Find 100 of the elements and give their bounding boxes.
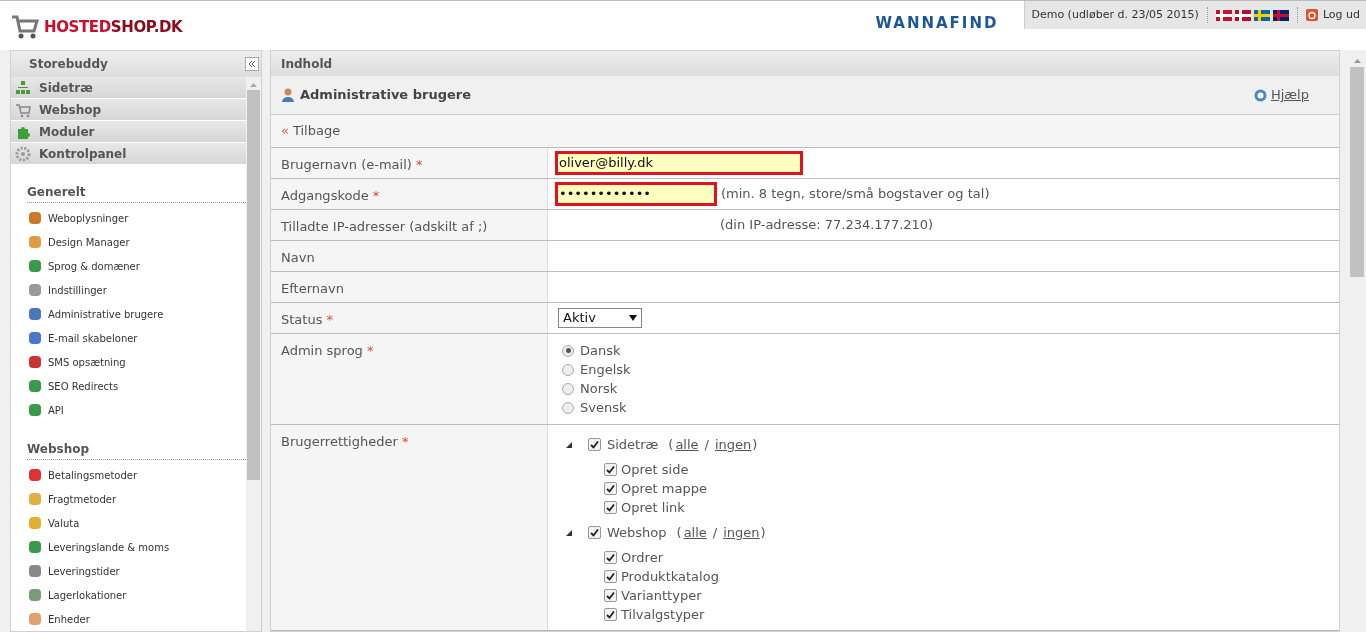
permission-label: Opret side bbox=[621, 460, 689, 479]
text-field[interactable]: oliver@billy.dk bbox=[555, 151, 803, 175]
menu-item[interactable]: Indstillinger bbox=[27, 278, 246, 302]
menu-item-icon bbox=[27, 563, 43, 579]
checkbox[interactable] bbox=[604, 551, 617, 564]
gear-icon bbox=[15, 145, 31, 162]
flag-icon[interactable] bbox=[1234, 9, 1251, 21]
page-title: Administrative brugere bbox=[300, 86, 472, 105]
field-label: Admin sprog * bbox=[281, 343, 374, 358]
expand-triangle-icon[interactable] bbox=[566, 441, 572, 448]
scrollbar-thumb[interactable] bbox=[247, 90, 260, 480]
menu-item[interactable]: API bbox=[27, 398, 246, 422]
permission-label: Produktkatalog bbox=[621, 567, 719, 586]
menu-item-icon bbox=[27, 587, 43, 603]
permission-label: Opret link bbox=[621, 498, 685, 517]
checkbox[interactable] bbox=[604, 501, 617, 514]
user-icon bbox=[281, 87, 295, 104]
flag-icon[interactable] bbox=[1272, 9, 1289, 21]
power-icon bbox=[1305, 9, 1318, 21]
sidebar-title: Storebuddy bbox=[29, 56, 108, 73]
permission-label: Ordrer bbox=[621, 548, 663, 567]
punctuation: ) bbox=[760, 523, 766, 542]
checkbox[interactable] bbox=[588, 438, 601, 451]
permission-label: Opret mappe bbox=[621, 479, 707, 498]
menu-item[interactable]: Weboplysninger bbox=[27, 206, 246, 230]
menu-item-icon bbox=[27, 515, 43, 531]
double-chevron-icon bbox=[248, 60, 256, 68]
checkbox[interactable] bbox=[588, 526, 601, 539]
status-dropdown[interactable]: Aktiv bbox=[558, 308, 642, 328]
permission-group-label: Sidetræ bbox=[607, 435, 659, 454]
cart-icon bbox=[15, 101, 31, 118]
field-label: Navn bbox=[281, 250, 315, 265]
radio-option[interactable]: Svensk bbox=[562, 398, 1339, 417]
menu-item-icon bbox=[27, 258, 43, 274]
help-icon bbox=[1253, 88, 1267, 102]
menu-item[interactable]: E-mail skabeloner bbox=[27, 326, 246, 350]
field-label: Tilladte IP-adresser (adskilt af ;) bbox=[281, 219, 488, 234]
menu-item[interactable]: Valuta bbox=[27, 511, 246, 535]
field-hint: (min. 8 tegn, store/små bogstaver og tal) bbox=[721, 185, 990, 204]
radio-option[interactable]: Dansk bbox=[562, 341, 1339, 360]
menu-item[interactable]: Fragtmetoder bbox=[27, 487, 246, 511]
menu-item[interactable]: Enheder bbox=[27, 607, 246, 631]
permission-group-label: Webshop bbox=[607, 523, 667, 542]
punctuation: ( bbox=[676, 523, 682, 542]
menu-item[interactable]: Leveringstider bbox=[27, 559, 246, 583]
help-link[interactable]: Hjælp bbox=[1253, 85, 1309, 105]
menu-item-icon bbox=[27, 491, 43, 507]
checkbox[interactable] bbox=[604, 608, 617, 621]
menu-item[interactable]: Leveringslande & moms bbox=[27, 535, 246, 559]
field-label: Adgangskode * bbox=[281, 188, 380, 203]
menu-item-icon bbox=[27, 306, 43, 322]
menu-item-icon bbox=[27, 378, 43, 394]
menu-item-icon bbox=[27, 402, 43, 418]
module-tab[interactable]: Sidetræ bbox=[11, 77, 246, 98]
permission-label: Varianttyper bbox=[621, 586, 702, 605]
menu-item-icon bbox=[27, 330, 43, 346]
menu-item[interactable]: Sprog & domæner bbox=[27, 254, 246, 278]
flag-icon[interactable] bbox=[1215, 9, 1232, 21]
logout-button[interactable]: Log ud bbox=[1305, 6, 1360, 24]
module-tab[interactable]: Webshop bbox=[11, 99, 246, 120]
menu-item-icon bbox=[27, 282, 43, 298]
scrollbar-thumb[interactable] bbox=[1350, 67, 1364, 277]
module-tab[interactable]: Kontrolpanel bbox=[11, 143, 246, 164]
checkbox[interactable] bbox=[604, 482, 617, 495]
permission-label: Tilvalgstyper bbox=[621, 605, 705, 624]
select-all-link[interactable]: alle bbox=[675, 434, 699, 455]
logo-text: HOSTEDSHOP.DK bbox=[44, 16, 183, 38]
menu-item[interactable]: Administrative brugere bbox=[27, 302, 246, 326]
dropdown-arrow-icon bbox=[629, 315, 637, 321]
text-field[interactable]: •••••••••••• bbox=[555, 182, 717, 206]
expand-triangle-icon[interactable] bbox=[566, 529, 572, 536]
punctuation: ( bbox=[668, 435, 674, 454]
separator: / bbox=[704, 435, 709, 454]
menu-item-icon bbox=[27, 611, 43, 627]
menu-item[interactable]: Lagerlokationer bbox=[27, 583, 246, 607]
field-label: Brugernavn (e-mail) * bbox=[281, 157, 423, 172]
field-label: Status * bbox=[281, 312, 334, 327]
menu-item[interactable]: SEO Redirects bbox=[27, 374, 246, 398]
checkbox[interactable] bbox=[604, 463, 617, 476]
field-hint: (din IP-adresse: 77.234.177.210) bbox=[720, 216, 934, 235]
panel-title: Indhold bbox=[281, 55, 333, 73]
menu-item-icon bbox=[27, 467, 43, 483]
field-label: Brugerrettigheder * bbox=[281, 434, 409, 449]
menu-item[interactable]: Betalingsmetoder bbox=[27, 463, 246, 487]
select-none-link[interactable]: ingen bbox=[723, 522, 760, 543]
field-label: Efternavn bbox=[281, 281, 344, 296]
select-none-link[interactable]: ingen bbox=[715, 434, 752, 455]
radio-option[interactable]: Engelsk bbox=[562, 360, 1339, 379]
menu-item[interactable]: Design Manager bbox=[27, 230, 246, 254]
checkbox[interactable] bbox=[604, 570, 617, 583]
select-all-link[interactable]: alle bbox=[683, 522, 707, 543]
menu-item[interactable]: SMS opsætning bbox=[27, 350, 246, 374]
separator: / bbox=[712, 523, 718, 542]
menu-item-icon bbox=[27, 354, 43, 370]
checkbox[interactable] bbox=[604, 589, 617, 602]
module-tab[interactable]: Moduler bbox=[11, 121, 246, 142]
back-link[interactable]: « Tilbage bbox=[281, 121, 341, 141]
collapse-button[interactable] bbox=[245, 57, 259, 71]
menu-item-icon bbox=[27, 210, 43, 226]
radio-option[interactable]: Norsk bbox=[562, 379, 1339, 398]
